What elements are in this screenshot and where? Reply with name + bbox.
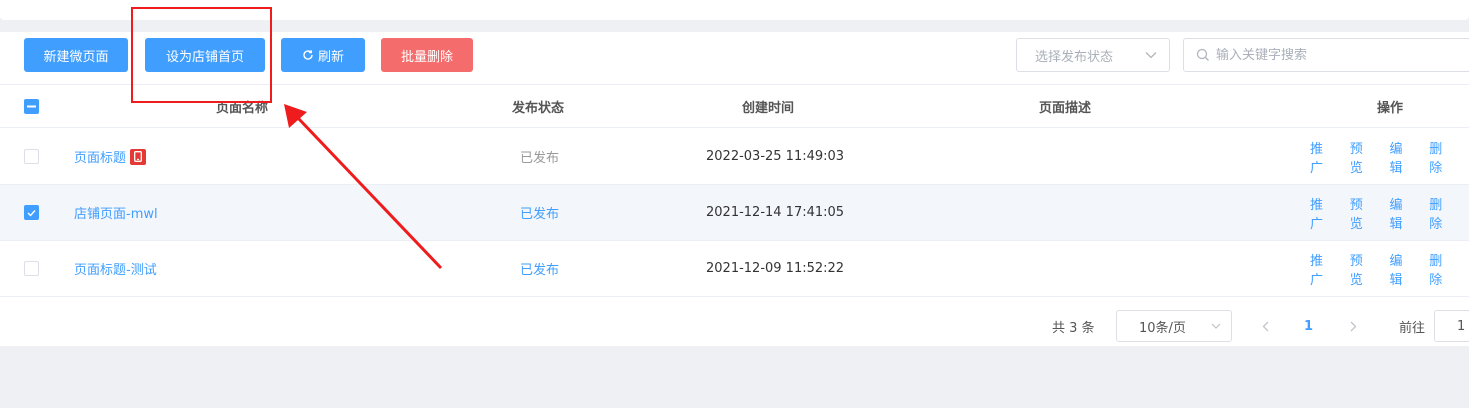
delete-link[interactable]: 删除 [1429, 194, 1453, 232]
search-field[interactable] [1183, 38, 1469, 72]
edit-link[interactable]: 编辑 [1390, 138, 1414, 176]
page-name-link[interactable]: 页面标题 [74, 147, 126, 166]
delete-link[interactable]: 删除 [1429, 250, 1453, 288]
new-page-button[interactable]: 新建微页面 [24, 38, 128, 72]
chevron-down-icon [1211, 323, 1221, 329]
status-text: 已发布 [520, 207, 560, 222]
goto-page-input[interactable]: 1 [1434, 310, 1469, 342]
refresh-icon [303, 50, 313, 60]
minus-icon [27, 105, 36, 107]
total-count: 共 3 条 [1052, 320, 1095, 336]
prev-page-button[interactable] [1262, 310, 1269, 342]
column-description[interactable]: 页面描述 [1039, 85, 1091, 127]
goto-label: 前往 [1399, 320, 1426, 336]
row-checkbox[interactable] [24, 205, 39, 220]
refresh-button[interactable]: 刷新 [281, 38, 365, 72]
preview-link[interactable]: 预览 [1350, 194, 1374, 232]
promote-link[interactable]: 推广 [1310, 194, 1334, 232]
column-status[interactable]: 发布状态 [512, 85, 564, 127]
created-time: 2022-03-25 11:49:03 [706, 149, 845, 164]
highlight-box [131, 7, 272, 103]
search-icon [1196, 48, 1209, 61]
promote-link[interactable]: 推广 [1310, 138, 1334, 176]
next-page-button[interactable] [1350, 310, 1357, 342]
chevron-left-icon [1262, 321, 1269, 331]
status-text: 已发布 [520, 263, 560, 278]
promote-link[interactable]: 推广 [1310, 250, 1334, 288]
edit-link[interactable]: 编辑 [1390, 194, 1414, 232]
edit-link[interactable]: 编辑 [1390, 250, 1414, 288]
column-created[interactable]: 创建时间 [742, 85, 794, 127]
home-page-icon [130, 148, 147, 165]
status-filter-select[interactable]: 选择发布状态 [1016, 38, 1170, 72]
page-size-select[interactable]: 10条/页 [1116, 310, 1232, 342]
refresh-label: 刷新 [317, 49, 344, 65]
page-size-value: 10条/页 [1139, 320, 1186, 336]
preview-link[interactable]: 预览 [1350, 138, 1374, 176]
page-name-link[interactable]: 店铺页面-mwl [74, 203, 158, 222]
delete-link[interactable]: 删除 [1429, 138, 1453, 176]
table-row[interactable]: 页面标题 已发布 2022-03-25 11:49:03 推广 预览 编辑 删除 [0, 129, 1469, 185]
pagination: 共 3 条 10条/页 1 前往 1 [0, 298, 1469, 346]
table-row[interactable]: 页面标题-测试 已发布 2021-12-09 11:52:22 推广 预览 编辑… [0, 241, 1469, 297]
check-icon [27, 209, 36, 217]
created-time: 2021-12-14 17:41:05 [706, 205, 845, 220]
row-checkbox[interactable] [24, 149, 39, 164]
row-checkbox[interactable] [24, 261, 39, 276]
status-text: 已发布 [520, 151, 560, 166]
column-actions: 操作 [1377, 100, 1404, 116]
search-input[interactable] [1216, 47, 1456, 63]
chevron-right-icon [1350, 321, 1357, 331]
status-filter-placeholder: 选择发布状态 [1035, 49, 1114, 65]
preview-link[interactable]: 预览 [1350, 250, 1374, 288]
created-time: 2021-12-09 11:52:22 [706, 261, 845, 276]
page-name-link[interactable]: 页面标题-测试 [74, 259, 157, 278]
select-all-checkbox[interactable] [24, 98, 39, 114]
select-all-cell [24, 85, 39, 127]
chevron-down-icon [1145, 52, 1157, 59]
table-row[interactable]: 店铺页面-mwl 已发布 2021-12-14 17:41:05 推广 预览 编… [0, 185, 1469, 241]
batch-delete-button[interactable]: 批量删除 [381, 38, 473, 72]
page-number-current[interactable]: 1 [1304, 310, 1313, 342]
